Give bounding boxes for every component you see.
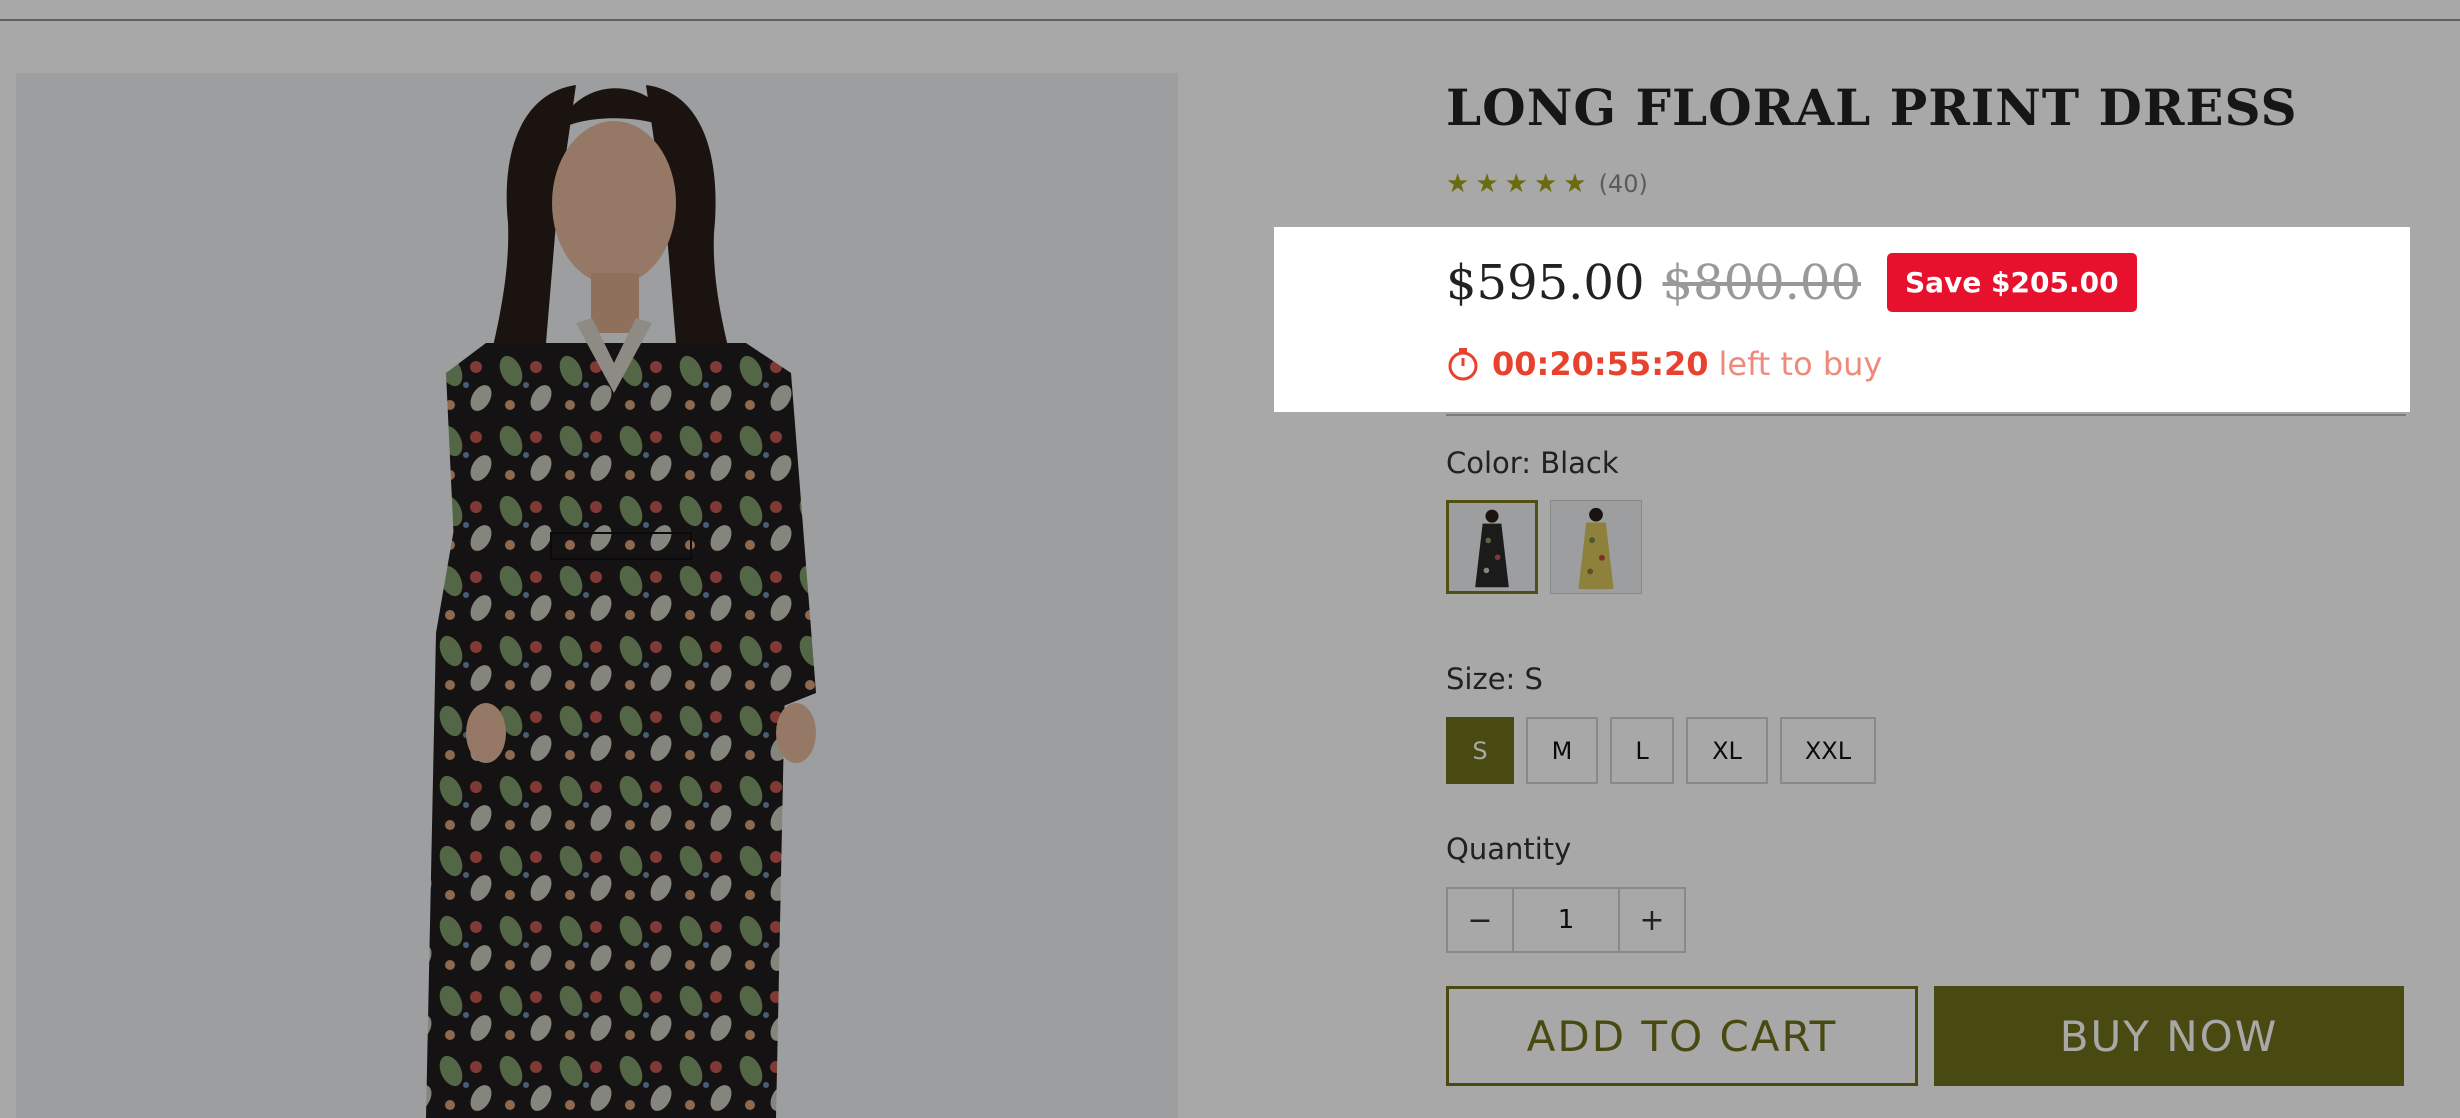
countdown-suffix: left to buy — [1718, 345, 1883, 383]
countdown-timer: 00:20:55:20 left to buy — [1446, 345, 1882, 383]
quantity-decrease-button[interactable]: − — [1448, 889, 1512, 951]
product-main-image[interactable] — [16, 73, 1178, 1118]
add-to-cart-button[interactable]: ADD TO CART — [1446, 986, 1918, 1086]
top-header-bar — [0, 0, 2460, 21]
dress-thumbnail — [1551, 501, 1641, 593]
star-icon: ★ — [1475, 169, 1499, 199]
size-option-m[interactable]: M — [1526, 717, 1598, 784]
countdown-time: 00:20:55:20 — [1492, 345, 1709, 383]
color-label: Color: Black — [1446, 446, 1619, 480]
section-divider — [1446, 414, 2406, 416]
stopwatch-icon — [1448, 348, 1478, 381]
color-swatch-yellow[interactable] — [1550, 500, 1642, 594]
quantity-increase-button[interactable]: + — [1620, 889, 1684, 951]
dress-model-illustration — [16, 73, 1178, 1118]
quantity-label: Quantity — [1446, 832, 1572, 866]
star-icon: ★ — [1504, 169, 1528, 199]
size-option-xxl[interactable]: XXL — [1780, 717, 1876, 784]
quantity-input[interactable]: 1 — [1512, 889, 1620, 951]
price-row: $595.00 $800.00 Save $205.00 — [1446, 253, 2137, 312]
compare-at-price: $800.00 — [1662, 254, 1862, 311]
quantity-stepper: − 1 + — [1446, 887, 1686, 953]
save-badge: Save $205.00 — [1887, 253, 2137, 312]
buy-now-button[interactable]: BUY NOW — [1934, 986, 2404, 1086]
star-icon: ★ — [1563, 169, 1587, 199]
color-swatch-black[interactable] — [1446, 500, 1538, 594]
review-count[interactable]: (40) — [1599, 170, 1648, 198]
star-icon: ★ — [1446, 169, 1470, 199]
size-option-xl[interactable]: XL — [1686, 717, 1768, 784]
size-option-l[interactable]: L — [1610, 717, 1674, 784]
product-rating[interactable]: ★ ★ ★ ★ ★ (40) — [1446, 170, 1648, 198]
price-highlight-panel: $595.00 $800.00 Save $205.00 00:20:55:20… — [1274, 227, 2410, 412]
size-option-s[interactable]: S — [1446, 717, 1514, 784]
sale-price: $595.00 — [1446, 254, 1645, 311]
product-title: LONG FLORAL PRINT DRESS — [1446, 78, 2298, 137]
size-label: Size: S — [1446, 662, 1543, 696]
star-icon: ★ — [1533, 169, 1558, 199]
dress-thumbnail — [1449, 503, 1535, 591]
